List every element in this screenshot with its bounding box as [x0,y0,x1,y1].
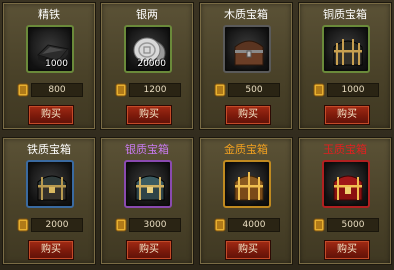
buy-button[interactable]: 购买 [126,240,172,260]
shop-item-card: 银质宝箱 3000 购买 [100,137,194,265]
item-price: 5000 [327,218,379,232]
item-slot[interactable] [223,25,271,73]
price-row: 500 [214,83,282,97]
item-slot[interactable] [124,160,172,208]
item-name: 金质宝箱 [224,143,268,156]
currency-scroll-icon [313,83,325,97]
price-row: 800 [17,83,85,97]
item-slot[interactable] [322,160,370,208]
price-row: 4000 [214,218,282,232]
item-quantity: 20000 [137,59,166,69]
price-row: 1200 [115,83,183,97]
item-price: 800 [31,83,83,97]
item-name: 铁质宝箱 [27,143,71,156]
copper-chest-icon [333,39,363,66]
item-name: 木质宝箱 [224,8,268,21]
item-price: 1000 [327,83,379,97]
currency-scroll-icon [214,218,226,232]
price-row: 3000 [115,218,183,232]
buy-button[interactable]: 购买 [324,105,370,125]
item-price: 4000 [228,218,280,232]
wooden-chest-icon [234,40,264,66]
currency-scroll-icon [17,83,29,97]
shop-item-card: 精铁 1000 800 购买 [2,2,96,130]
shop-panel: 精铁 1000 800 购买 银两 20000 1200 购买 木质宝箱 500… [0,0,394,270]
item-price: 3000 [129,218,181,232]
buy-button[interactable]: 购买 [28,240,74,260]
item-name: 银质宝箱 [125,143,169,156]
jade-chest-icon [333,175,363,201]
shop-item-card: 银两 20000 1200 购买 [100,2,194,130]
item-name: 精铁 [38,8,60,21]
price-row: 2000 [17,218,85,232]
shop-item-card: 铁质宝箱 2000 购买 [2,137,96,265]
shop-item-card: 玉质宝箱 5000 购买 [298,137,392,265]
shop-item-card: 金质宝箱 4000 购买 [199,137,293,265]
item-price: 2000 [31,218,83,232]
item-slot[interactable] [223,160,271,208]
item-price: 1200 [129,83,181,97]
currency-scroll-icon [115,83,127,97]
price-row: 1000 [313,83,381,97]
iron-chest-icon [37,175,67,201]
item-price: 500 [228,83,280,97]
item-slot[interactable]: 20000 [124,25,172,73]
item-name: 银两 [136,8,158,21]
buy-button[interactable]: 购买 [225,240,271,260]
item-slot[interactable] [322,25,370,73]
shop-item-card: 木质宝箱 500 购买 [199,2,293,130]
currency-scroll-icon [214,83,226,97]
currency-scroll-icon [17,218,29,232]
currency-scroll-icon [313,218,325,232]
gold-chest-icon [234,172,264,201]
buy-button[interactable]: 购买 [28,105,74,125]
silver-chest-icon [135,175,165,201]
buy-button[interactable]: 购买 [126,105,172,125]
buy-button[interactable]: 购买 [225,105,271,125]
item-quantity: 1000 [45,59,68,69]
item-name: 铜质宝箱 [323,8,367,21]
shop-item-card: 铜质宝箱 1000 购买 [298,2,392,130]
currency-scroll-icon [115,218,127,232]
item-name: 玉质宝箱 [323,143,367,156]
item-slot[interactable]: 1000 [26,25,74,73]
buy-button[interactable]: 购买 [324,240,370,260]
item-slot[interactable] [26,160,74,208]
price-row: 5000 [313,218,381,232]
